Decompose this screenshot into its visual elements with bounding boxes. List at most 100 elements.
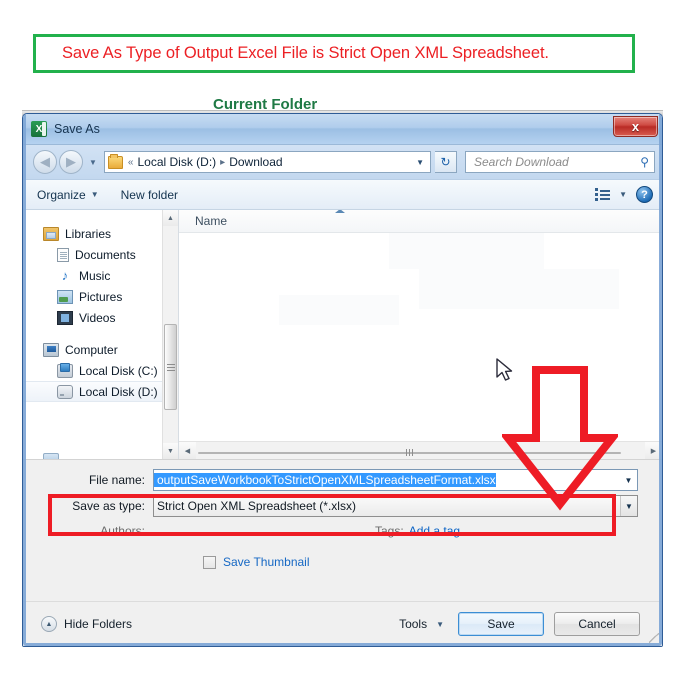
caption-text: Save As Type of Output Excel File is Str…	[62, 44, 549, 62]
hide-folders-button[interactable]: ▲ Hide Folders	[41, 616, 132, 632]
sidebar-item-label: Computer	[65, 342, 118, 357]
save-as-type-label: Save as type:	[72, 499, 145, 513]
dialog-title: Save As	[54, 122, 100, 136]
sidebar-item-computer[interactable]: Computer	[23, 339, 178, 360]
chevron-down-icon[interactable]: ▼	[620, 470, 637, 490]
navigation-pane-scrollbar[interactable]: ▲ ▼	[162, 210, 178, 459]
triangle-left-icon[interactable]: ◀	[179, 442, 196, 459]
list-ghost-block	[389, 233, 544, 269]
organize-button[interactable]: Organize ▼	[37, 188, 99, 202]
scrollbar-grip	[166, 362, 175, 373]
picture-icon	[57, 289, 73, 304]
hard-disk-icon	[57, 384, 73, 399]
music-icon: ♪	[61, 267, 69, 283]
column-header-name[interactable]: Name	[195, 214, 227, 228]
sidebar-item-label: Videos	[79, 310, 116, 325]
chevron-down-icon[interactable]: ▼	[416, 158, 428, 167]
breadcrumb-item-folder[interactable]: Download	[229, 155, 282, 169]
file-list-items[interactable]	[179, 233, 662, 441]
file-list-pane[interactable]: Name ◀ ▶	[178, 210, 662, 459]
library-icon	[43, 226, 59, 241]
chevron-down-icon: ▼	[436, 619, 444, 629]
sidebar-item-label: Local Disk (D:)	[79, 384, 158, 399]
dialog-titlebar[interactable]: X Save As x	[23, 114, 662, 145]
file-name-input[interactable]: outputSaveWorkbookToStrictOpenXMLSpreads…	[153, 469, 638, 491]
list-view-icon[interactable]	[595, 188, 611, 201]
list-ghost-block	[279, 295, 399, 325]
new-folder-label: New folder	[120, 187, 178, 202]
triangle-up-icon[interactable]: ▲	[163, 210, 178, 226]
refresh-icon[interactable]: ↻	[435, 151, 457, 173]
cancel-button[interactable]: Cancel	[554, 612, 640, 636]
help-icon[interactable]: ?	[636, 186, 653, 203]
sidebar-group-spacer	[23, 328, 178, 339]
tools-button[interactable]: Tools ▼	[399, 617, 448, 631]
file-name-value[interactable]: outputSaveWorkbookToStrictOpenXMLSpreads…	[154, 473, 496, 487]
sidebar-item-label: Music	[79, 268, 111, 283]
hide-folders-label: Hide Folders	[64, 617, 133, 631]
search-input[interactable]: Search Download ⚲	[465, 151, 655, 173]
back-button[interactable]: ◀	[33, 150, 57, 174]
column-header-row: Name	[179, 210, 662, 233]
close-icon[interactable]: x	[613, 116, 658, 137]
file-name-label: File name:	[88, 473, 145, 487]
folder-icon	[107, 153, 123, 169]
view-chevron-down-icon[interactable]: ▼	[619, 190, 627, 199]
chevron-down-icon[interactable]: ▼	[620, 496, 637, 516]
toolbar-right-group: ▼ ?	[595, 186, 653, 203]
sidebar-item-label: Pictures	[79, 289, 123, 304]
save-as-type-row: Save as type: Strict Open XML Spreadshee…	[47, 495, 638, 517]
save-button[interactable]: Save	[458, 612, 544, 636]
sidebar-item-documents[interactable]: Documents	[23, 244, 178, 265]
navigation-pane: Libraries Documents ♪ Music Pictures Vid…	[23, 210, 178, 459]
file-name-row: File name: outputSaveWorkbookToStrictOpe…	[47, 469, 638, 491]
footer-button-group: Tools ▼ Save Cancel	[399, 612, 640, 636]
sidebar-item-libraries[interactable]: Libraries	[23, 223, 178, 244]
organize-label: Organize	[37, 187, 86, 202]
breadcrumb-item-drive[interactable]: Local Disk (D:)	[137, 155, 216, 169]
excel-icon: X	[31, 121, 47, 137]
sidebar-item-label: Libraries	[65, 226, 112, 241]
address-bar-row: ◀ ▶ ▼ « Local Disk (D:) ▸ Download ▼ ↻ S…	[23, 145, 662, 180]
save-as-type-value[interactable]: Strict Open XML Spreadsheet (*.xlsx)	[154, 499, 356, 513]
triangle-up-circle-icon: ▲	[41, 616, 57, 632]
sidebar-item-local-disk-c[interactable]: Local Disk (C:)	[23, 360, 178, 381]
save-as-form: File name: outputSaveWorkbookToStrictOpe…	[23, 460, 662, 569]
breadcrumb-overflow-icon[interactable]: «	[128, 157, 134, 168]
file-list-horizontal-scrollbar[interactable]: ◀ ▶	[179, 441, 662, 459]
forward-button[interactable]: ▶	[59, 150, 83, 174]
dialog-footer: ▲ Hide Folders Tools ▼ Save Cancel	[23, 601, 662, 646]
sidebar-item-videos[interactable]: Videos	[23, 307, 178, 328]
scrollbar-thumb[interactable]	[164, 324, 177, 410]
triangle-right-icon[interactable]: ▶	[645, 442, 662, 459]
sort-ascending-icon	[335, 210, 345, 213]
save-thumbnail-label[interactable]: Save Thumbnail	[223, 555, 310, 569]
new-folder-button[interactable]: New folder	[121, 188, 178, 202]
screenshot-root: Save As Type of Output Excel File is Str…	[0, 0, 683, 676]
authors-label: Authors:	[100, 524, 145, 538]
save-thumbnail-checkbox[interactable]	[203, 555, 216, 569]
add-a-tag-link[interactable]: Add a tag	[409, 524, 460, 538]
save-thumbnail-row[interactable]: Save Thumbnail	[203, 555, 638, 569]
address-input[interactable]: « Local Disk (D:) ▸ Download ▼	[103, 151, 431, 173]
sidebar-item-label: Local Disk (C:)	[79, 363, 158, 378]
resize-grip[interactable]	[649, 633, 659, 643]
metadata-row: Authors: Tags: Add a tag	[47, 521, 638, 541]
computer-icon	[43, 342, 59, 357]
scrollbar-thumb[interactable]	[198, 449, 621, 456]
search-placeholder: Search Download	[474, 155, 569, 169]
tools-label: Tools	[399, 617, 428, 631]
sidebar-item-music[interactable]: ♪ Music	[23, 265, 178, 286]
recent-locations-icon[interactable]: ▼	[87, 158, 100, 167]
hard-disk-icon	[57, 362, 73, 378]
triangle-down-icon[interactable]: ▼	[163, 443, 178, 459]
document-icon	[57, 247, 69, 262]
tags-label: Tags:	[375, 524, 404, 538]
sidebar-item-label: Documents	[75, 247, 136, 262]
sidebar-item-local-disk-d[interactable]: Local Disk (D:)	[23, 381, 178, 402]
save-as-type-select[interactable]: Strict Open XML Spreadsheet (*.xlsx) ▼	[153, 495, 638, 517]
sidebar-item-pictures[interactable]: Pictures	[23, 286, 178, 307]
save-as-dialog: X Save As x ◀ ▶ ▼ « Local Disk (D:) ▸ Do…	[22, 113, 663, 647]
sidebar-item-partial-network[interactable]	[43, 453, 59, 459]
list-ghost-block	[419, 269, 619, 309]
